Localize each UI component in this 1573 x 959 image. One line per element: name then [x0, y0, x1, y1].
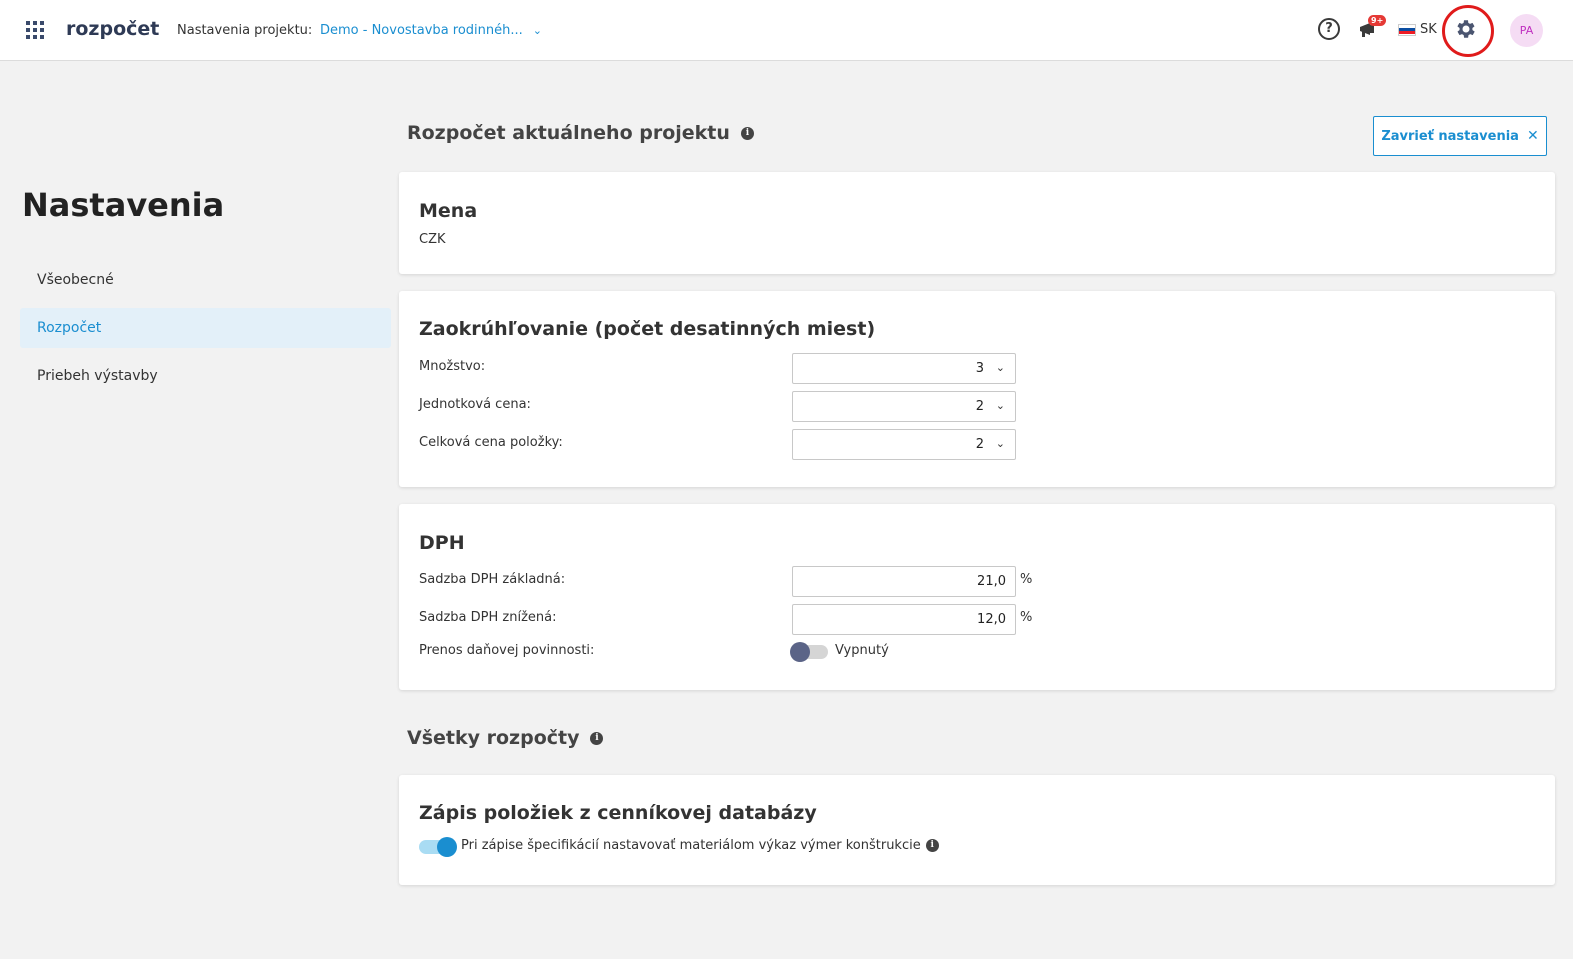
price-database-title: Zápis položiek z cenníkovej databázy: [419, 802, 817, 824]
all-budgets-section: Všetky rozpočty i: [407, 727, 604, 749]
help-icon[interactable]: ?: [1318, 18, 1340, 40]
sidebar-item-general[interactable]: Všeobecné: [20, 260, 391, 300]
vat-basic-value: 21,0: [977, 574, 1006, 589]
unit-price-label: Jednotková cena:: [419, 397, 531, 412]
material-spec-toggle[interactable]: [419, 837, 457, 857]
info-icon[interactable]: i: [925, 839, 939, 852]
chevron-down-icon: ⌄: [995, 437, 1005, 450]
project-name: Demo - Novostavba rodinnéh...: [320, 23, 523, 38]
current-budget-title: Rozpočet aktuálneho projektu: [407, 122, 730, 144]
sidebar-item-budget[interactable]: Rozpočet: [20, 308, 391, 348]
unit-price-value: 2: [975, 399, 984, 414]
close-icon: ✕: [1526, 128, 1539, 144]
language-code: SK: [1420, 22, 1437, 37]
project-select[interactable]: Demo - Novostavba rodinnéh... ⌄: [320, 23, 542, 38]
quantity-label: Množstvo:: [419, 359, 486, 374]
gear-icon[interactable]: [1454, 17, 1478, 41]
chevron-down-icon: ⌄: [995, 399, 1005, 412]
reverse-charge-label: Prenos daňovej povinnosti:: [419, 643, 595, 658]
close-settings-label: Zavrieť nastavenia: [1381, 128, 1519, 144]
vat-basic-input[interactable]: 21,0: [792, 566, 1016, 597]
close-settings-button[interactable]: Zavrieť nastavenia ✕: [1373, 116, 1547, 156]
avatar[interactable]: PA: [1510, 14, 1543, 47]
notification-badge: 9+: [1368, 15, 1387, 26]
slovak-flag-icon: [1398, 23, 1416, 36]
currency-title: Mena: [419, 200, 478, 222]
vat-reduced-value: 12,0: [977, 612, 1006, 627]
quantity-value: 3: [975, 361, 984, 376]
vat-basic-unit: %: [1020, 572, 1033, 587]
rounding-title: Zaokrúhľovanie (počet desatinných miest): [419, 318, 876, 340]
total-price-label: Celková cena položky:: [419, 435, 563, 450]
total-price-select[interactable]: 2 ⌄: [792, 429, 1016, 460]
toggle-knob: [790, 642, 810, 662]
vat-card: DPH Sadzba DPH základná: 21,0 % Sadzba D…: [399, 504, 1555, 690]
toggle-knob: [437, 837, 457, 857]
current-budget-section: Rozpočet aktuálneho projektu i: [407, 122, 754, 144]
total-price-value: 2: [975, 437, 984, 452]
currency-card: Mena CZK: [399, 172, 1555, 274]
material-spec-option: Pri zápise špecifikácií nastavovať mater…: [461, 838, 939, 853]
rounding-card: Zaokrúhľovanie (počet desatinných miest)…: [399, 291, 1555, 487]
vat-reduced-unit: %: [1020, 610, 1033, 625]
vat-reduced-label: Sadzba DPH znížená:: [419, 610, 557, 625]
reverse-charge-toggle[interactable]: [790, 642, 828, 662]
vat-title: DPH: [419, 532, 465, 554]
quantity-select[interactable]: 3 ⌄: [792, 353, 1016, 384]
vat-basic-label: Sadzba DPH základná:: [419, 572, 566, 587]
reverse-charge-state: Vypnutý: [835, 643, 889, 658]
price-database-card: Zápis položiek z cenníkovej databázy Pri…: [399, 775, 1555, 885]
chevron-down-icon: ⌄: [995, 361, 1005, 374]
sidebar-item-construction-progress[interactable]: Priebeh výstavby: [20, 356, 391, 396]
app-title[interactable]: rozpočet: [66, 18, 159, 40]
unit-price-select[interactable]: 2 ⌄: [792, 391, 1016, 422]
project-settings-label: Nastavenia projektu:: [177, 23, 313, 38]
all-budgets-title: Všetky rozpočty: [407, 727, 580, 749]
currency-value: CZK: [419, 232, 446, 247]
info-icon[interactable]: i: [590, 731, 604, 745]
app-grid-icon[interactable]: [26, 21, 44, 39]
vat-reduced-input[interactable]: 12,0: [792, 604, 1016, 635]
language-selector[interactable]: SK: [1398, 22, 1437, 37]
top-bar: rozpočet Nastavenia projektu: Demo - Nov…: [0, 0, 1573, 61]
chevron-down-icon: ⌄: [532, 24, 542, 37]
page-title: Nastavenia: [22, 186, 225, 224]
material-spec-label: Pri zápise špecifikácií nastavovať mater…: [461, 838, 921, 853]
info-icon[interactable]: i: [740, 126, 754, 140]
